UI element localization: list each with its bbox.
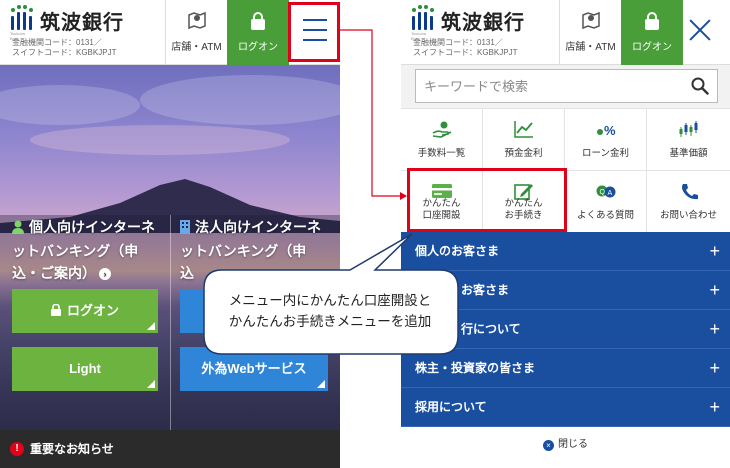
- bank-codes: 金融機関コード：0131／ スイフトコード：KGBKJPJT: [12, 38, 116, 58]
- header: Tsukuba Bank 筑波銀行 金融機関コード：0131／ スイフトコード：…: [401, 0, 730, 65]
- quick-menu-loan-rates-label: ローン金利: [581, 148, 630, 159]
- quick-menu-nav-label: 基準価額: [669, 148, 708, 159]
- building-icon: [180, 218, 190, 240]
- important-notice-bar[interactable]: ! 重要なお知らせ: [0, 430, 340, 468]
- store-atm-label: 店舗・ATM: [565, 42, 616, 53]
- plus-icon: +: [709, 280, 720, 300]
- close-circle-icon: ×: [543, 440, 554, 451]
- quick-menu-easy-procedures[interactable]: かんたん お手続き: [483, 171, 565, 233]
- lock-icon: [50, 303, 61, 316]
- quick-menu-easy-procedures-label: かんたん お手続き: [504, 198, 543, 221]
- store-atm-label: 店舗・ATM: [171, 42, 222, 53]
- right-screen-menu-open: Tsukuba Bank 筑波銀行 金融機関コード：0131／ スイフトコード：…: [401, 0, 730, 468]
- comparison-screenshot: Tsukuba Bank 筑波銀行 金融機関コード：0131／ スイフトコード：…: [0, 0, 730, 468]
- callout-text: メニュー内にかんたん口座開設と かんたんお手続きメニューを追加: [228, 293, 432, 329]
- quick-menu-contact-label: お問い合わせ: [659, 210, 717, 221]
- candlestick-icon: [679, 121, 697, 137]
- foreign-exchange-web-button[interactable]: 外為Webサービス: [180, 347, 328, 391]
- search-box: [415, 69, 718, 103]
- important-notice-label: 重要なお知らせ: [30, 442, 114, 456]
- plus-icon: +: [709, 358, 720, 378]
- bank-logo-mark-icon: [411, 5, 435, 30]
- bank-name: 筑波銀行: [441, 12, 525, 34]
- quick-menu-deposit-rates-label: 預金金利: [504, 148, 543, 159]
- svg-text:%: %: [604, 123, 616, 138]
- quick-menu-contact[interactable]: お問い合わせ: [647, 171, 730, 233]
- header-logon-label: ログオン: [632, 42, 672, 53]
- personal-banking-title[interactable]: 個人向けインターネ ットバンキング（申 込・ご案内） ›: [12, 216, 172, 284]
- svg-text:Q: Q: [599, 189, 605, 196]
- percent-icon: %: [596, 123, 616, 138]
- connector-line: [340, 29, 400, 197]
- swift-code: スイフトコード：KGBKJPJT: [413, 48, 518, 57]
- plus-icon: +: [709, 397, 720, 417]
- chevron-right-icon: ›: [99, 268, 111, 280]
- map-pin-icon: [581, 11, 600, 30]
- fee-hand-icon: [432, 121, 451, 138]
- phone-icon: [681, 184, 698, 200]
- hamburger-icon: [303, 19, 327, 21]
- map-pin-icon: [187, 11, 206, 30]
- header-logon-label: ログオン: [238, 42, 278, 53]
- accordion-recruitment[interactable]: 採用について +: [401, 388, 730, 427]
- bank-logo-mark-icon: [10, 5, 34, 30]
- quick-menu-easy-account-opening[interactable]: かんたん 口座開設: [401, 171, 483, 233]
- store-atm-button[interactable]: 店舗・ATM: [165, 0, 227, 65]
- svg-text:A: A: [607, 190, 612, 197]
- quick-menu-fees-label: 手数料一覧: [417, 148, 466, 159]
- faq-bubble-icon: Q A: [596, 185, 615, 198]
- header-logon-button[interactable]: ログオン: [227, 0, 289, 65]
- quick-menu-deposit-rates[interactable]: 預金金利: [483, 109, 565, 171]
- search-icon[interactable]: [691, 77, 709, 95]
- close-menu-button[interactable]: [681, 14, 721, 50]
- bank-name: 筑波銀行: [40, 12, 124, 34]
- institution-code: 金融機関コード：0131／: [12, 38, 102, 47]
- corporate-banking-title[interactable]: 法人向けインターネ ットバンキング（申 込: [180, 216, 340, 284]
- hamburger-menu-button[interactable]: [288, 2, 340, 62]
- quick-menu-easy-account-opening-label: かんたん 口座開設: [422, 198, 461, 221]
- quick-menu-faq-label: よくある質問: [576, 210, 634, 221]
- lock-icon: [645, 12, 659, 30]
- search-area: [401, 65, 730, 108]
- person-icon: [12, 218, 24, 240]
- quick-menu-grid: 手数料一覧 預金金利 % ローン金利 基準価額 かんたん 口座開設 かんたん お…: [401, 108, 730, 233]
- close-menu-link[interactable]: × 閉じる: [401, 435, 730, 451]
- plus-icon: +: [709, 319, 720, 339]
- header-logon-button[interactable]: ログオン: [621, 0, 683, 65]
- search-input[interactable]: [424, 76, 674, 96]
- swift-code: スイフトコード：KGBKJPJT: [12, 48, 117, 57]
- accordion-personal[interactable]: 個人のお客さま +: [401, 232, 730, 271]
- accordion-investors[interactable]: 株主・投資家の皆さま +: [401, 349, 730, 388]
- quick-menu-nav[interactable]: 基準価額: [647, 109, 730, 171]
- quick-menu-faq[interactable]: Q A よくある質問: [565, 171, 647, 233]
- quick-menu-loan-rates[interactable]: % ローン金利: [565, 109, 647, 171]
- left-screen: Tsukuba Bank 筑波銀行 金融機関コード：0131／ スイフトコード：…: [0, 0, 340, 468]
- bank-codes: 金融機関コード：0131／ スイフトコード：KGBKJPJT: [413, 38, 517, 58]
- logon-button[interactable]: ログオン: [12, 289, 158, 333]
- line-chart-icon: [513, 121, 533, 138]
- plus-icon: +: [709, 241, 720, 261]
- store-atm-button[interactable]: 店舗・ATM: [559, 0, 621, 65]
- institution-code: 金融機関コード：0131／: [413, 38, 503, 47]
- quick-menu-fees[interactable]: 手数料一覧: [401, 109, 483, 171]
- header: Tsukuba Bank 筑波銀行 金融機関コード：0131／ スイフトコード：…: [0, 0, 340, 65]
- alert-icon: !: [10, 442, 24, 456]
- light-button[interactable]: Light: [12, 347, 158, 391]
- lock-icon: [251, 12, 265, 30]
